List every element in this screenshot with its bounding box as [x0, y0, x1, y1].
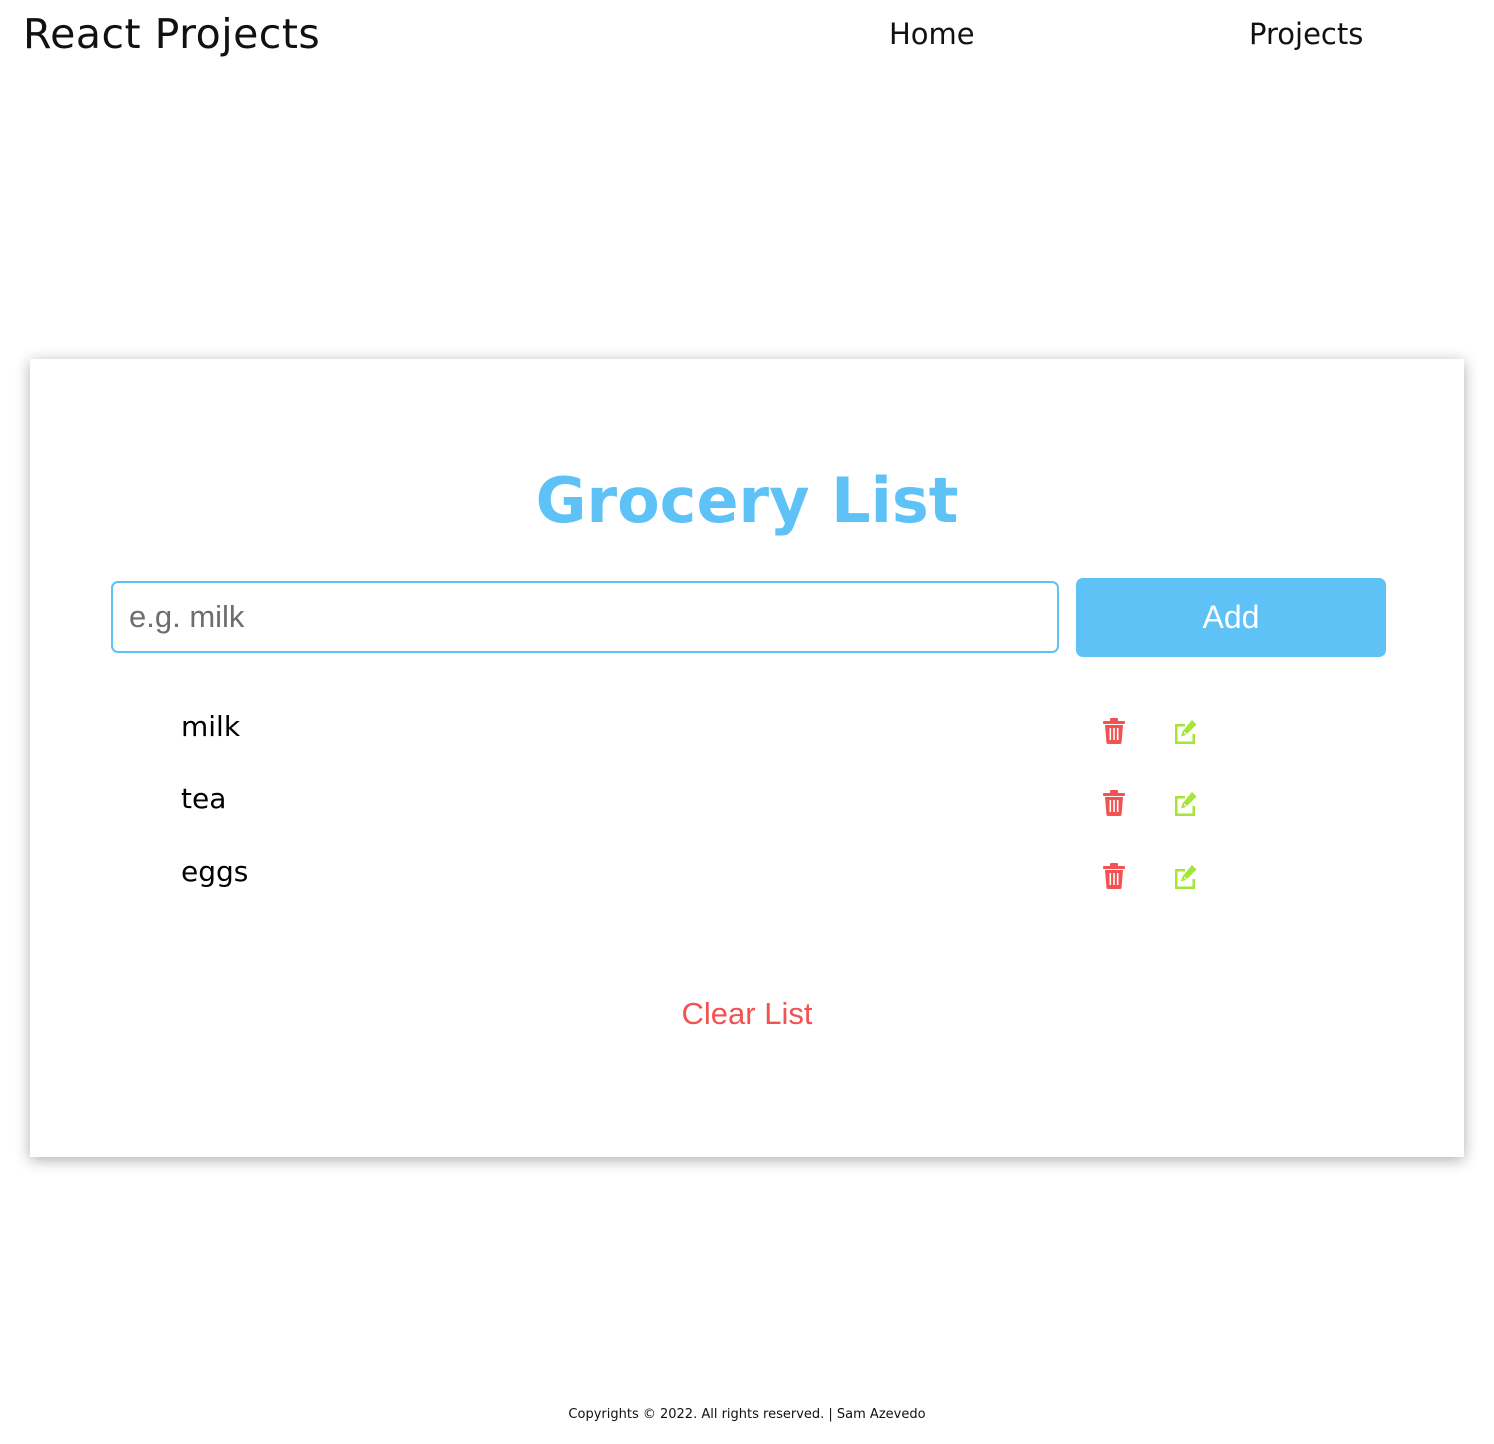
brand-logo[interactable]: React Projects	[23, 8, 320, 60]
list-item: eggs	[30, 844, 1464, 904]
edit-icon[interactable]	[1172, 789, 1198, 817]
item-name: eggs	[181, 855, 249, 888]
trash-icon[interactable]	[1101, 862, 1127, 890]
list-item: milk	[30, 699, 1464, 759]
footer: Copyrights © 2022. All rights reserved. …	[0, 1404, 1494, 1426]
edit-icon[interactable]	[1172, 717, 1198, 745]
grocery-item-input[interactable]	[111, 581, 1059, 653]
nav-link-home[interactable]: Home	[889, 14, 975, 54]
grocery-card: Grocery List Add milk	[30, 359, 1464, 1157]
add-button[interactable]: Add	[1076, 578, 1386, 657]
edit-icon[interactable]	[1172, 862, 1198, 890]
clear-list-button[interactable]: Clear List	[30, 991, 1464, 1037]
trash-icon[interactable]	[1101, 717, 1127, 745]
nav-link-projects[interactable]: Projects	[1249, 14, 1363, 54]
page-title: Grocery List	[535, 464, 959, 537]
item-name: tea	[181, 782, 227, 815]
trash-icon[interactable]	[1101, 789, 1127, 817]
footer-copyright: Copyrights © 2022. All rights reserved. …	[568, 1407, 926, 1422]
list-item: tea	[30, 771, 1464, 831]
item-name: milk	[181, 710, 241, 743]
navbar: React Projects Home Projects	[0, 0, 1494, 72]
